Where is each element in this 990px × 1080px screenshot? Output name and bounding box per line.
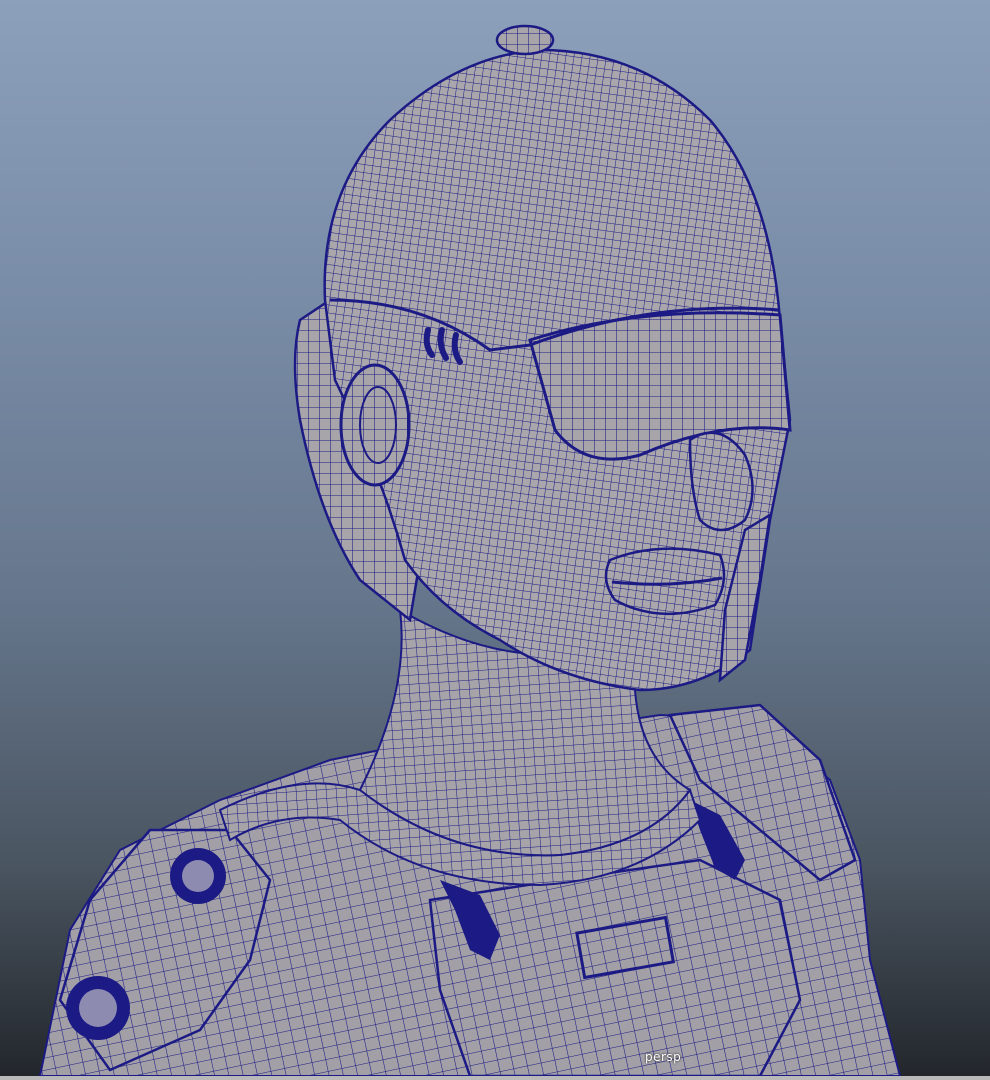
helmet-ear-disc bbox=[339, 363, 411, 487]
chest-plate bbox=[428, 858, 802, 1078]
viewport-bottom-border bbox=[0, 1076, 990, 1080]
shoulder-emblem-upper bbox=[170, 848, 226, 904]
helmet-top-nub bbox=[495, 24, 555, 56]
camera-label: persp bbox=[645, 1050, 682, 1064]
wireframe-character-mesh[interactable] bbox=[0, 0, 990, 1080]
shoulder-emblem-lower bbox=[66, 976, 130, 1040]
perspective-viewport[interactable]: persp bbox=[0, 0, 990, 1080]
